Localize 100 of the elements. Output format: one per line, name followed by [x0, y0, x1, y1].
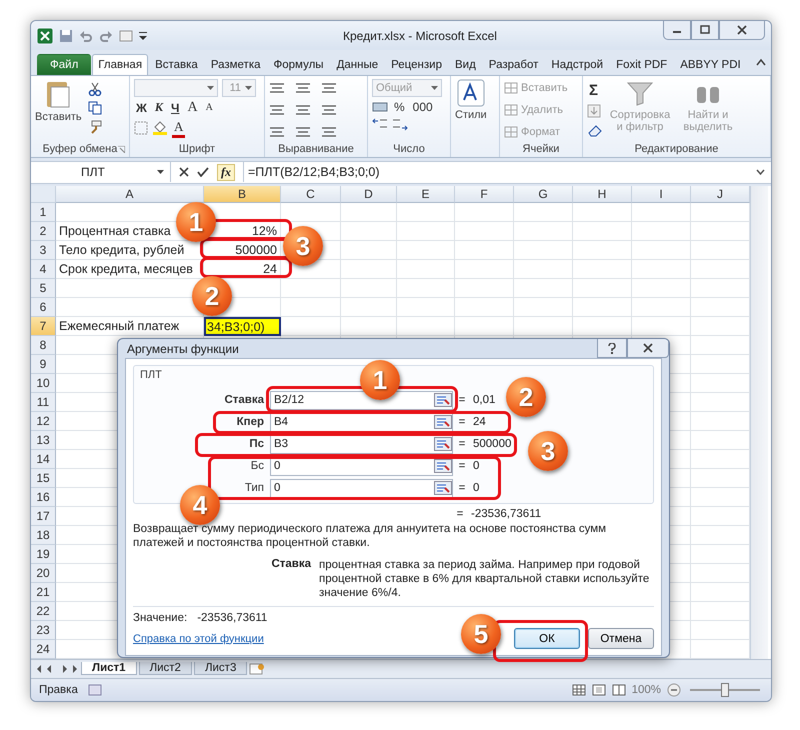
font-color-button[interactable]: A	[172, 118, 186, 138]
insert-sheet-icon[interactable]	[249, 662, 266, 675]
column-header[interactable]: J	[691, 186, 750, 204]
font-style-button[interactable]: Ж	[134, 100, 149, 115]
page-break-view-icon[interactable]	[612, 684, 626, 696]
shrink-font-button[interactable]: A	[204, 102, 215, 114]
checkmark-icon[interactable]	[197, 167, 209, 178]
alignment-icon[interactable]	[321, 82, 337, 94]
redo-icon[interactable]	[99, 28, 113, 43]
ribbon-tab[interactable]: Данные	[330, 54, 384, 75]
sheet-tab[interactable]: Лист2	[138, 662, 192, 676]
help-button[interactable]	[597, 339, 627, 358]
alignment-icon[interactable]	[295, 104, 311, 116]
zoom-out-icon[interactable]	[667, 682, 681, 697]
normal-view-icon[interactable]	[572, 684, 586, 696]
column-header[interactable]: A	[56, 186, 204, 204]
row-header[interactable]: 21	[31, 583, 56, 602]
excel-logo-icon[interactable]	[37, 28, 53, 44]
row-header[interactable]: 13	[31, 431, 56, 450]
scissors-icon[interactable]	[88, 82, 102, 96]
fill-bucket-icon[interactable]	[152, 121, 168, 136]
vertical-scrollbar[interactable]	[750, 186, 768, 660]
dialog-button[interactable]: ОК	[514, 628, 580, 649]
ribbon-tab[interactable]: Foxit PDF	[610, 54, 674, 75]
column-header[interactable]: E	[397, 186, 455, 204]
column-header[interactable]: B	[204, 186, 281, 204]
ribbon-tab[interactable]: ABBYY PDI	[674, 54, 747, 75]
expand-formula-bar-icon[interactable]	[756, 169, 765, 176]
row-header[interactable]: 7	[31, 317, 56, 336]
row-header[interactable]: 15	[31, 469, 56, 488]
dialog-launcher-icon[interactable]	[118, 146, 125, 153]
customize-dropdown-icon[interactable]	[139, 30, 147, 41]
row-header[interactable]: 2	[31, 222, 56, 242]
alignment-icon[interactable]	[295, 82, 311, 94]
row-header[interactable]: 17	[31, 507, 56, 526]
argument-field[interactable]: 0	[270, 478, 453, 498]
percent-button[interactable]: %	[392, 100, 407, 114]
row-header[interactable]: 5	[31, 279, 56, 298]
macro-record-icon[interactable]	[88, 684, 102, 696]
column-header[interactable]: C	[281, 186, 341, 204]
fill-down-icon[interactable]	[587, 104, 601, 118]
thousands-separator-button[interactable]: 000	[410, 100, 435, 114]
autosum-button[interactable]: Σ	[587, 82, 603, 99]
ribbon-tab[interactable]: Разметка	[204, 54, 267, 75]
help-link[interactable]: Справка по этой функции	[133, 632, 264, 644]
formula-field[interactable]: =ПЛТ(B2/12;B4;B3;0;0)	[243, 162, 748, 182]
alignment-icon[interactable]	[295, 126, 311, 138]
save-icon[interactable]	[59, 28, 73, 43]
close-button[interactable]	[627, 339, 669, 358]
ribbon-tab[interactable]: Формулы	[268, 54, 330, 75]
range-select-icon[interactable]	[434, 415, 452, 429]
collapse-ribbon-icon[interactable]	[756, 58, 766, 66]
ribbon-tab[interactable]: Рецензир	[385, 54, 448, 75]
row-header[interactable]: 19	[31, 545, 56, 564]
close-button[interactable]	[719, 21, 765, 40]
font-name-field[interactable]	[134, 78, 218, 97]
row-header[interactable]: 18	[31, 526, 56, 546]
row-header[interactable]: 14	[31, 450, 56, 470]
sheet-navigation-icon[interactable]	[35, 664, 79, 674]
borders-icon[interactable]	[134, 121, 148, 136]
row-header[interactable]: 22	[31, 602, 56, 622]
alignment-icon[interactable]	[321, 104, 337, 116]
column-header[interactable]: G	[514, 186, 573, 204]
row-header[interactable]: 4	[31, 260, 56, 280]
ribbon-tab[interactable]: Надстрой	[545, 54, 610, 75]
ribbon-tab[interactable]: Разработ	[482, 54, 544, 75]
alignment-icon[interactable]	[269, 126, 285, 138]
paste-button[interactable]: Вставить	[35, 78, 82, 123]
argument-field[interactable]: B2/12	[270, 390, 453, 410]
sheet-tab[interactable]: Лист1	[81, 662, 137, 676]
column-header[interactable]: I	[632, 186, 691, 204]
row-header[interactable]: 8	[31, 336, 56, 356]
row-header[interactable]: 6	[31, 298, 56, 318]
alignment-icon[interactable]	[269, 104, 285, 116]
page-layout-icon[interactable]	[592, 684, 606, 696]
undo-icon[interactable]	[79, 28, 93, 43]
cancel-icon[interactable]	[179, 167, 189, 178]
styles-button[interactable]: Стили	[455, 78, 487, 121]
sheet-tab[interactable]: Лист3	[194, 662, 248, 676]
ribbon-tab[interactable]: Вид	[448, 54, 482, 75]
copy-icon[interactable]	[88, 100, 102, 115]
column-header[interactable]: H	[573, 186, 632, 204]
range-select-icon[interactable]	[434, 437, 452, 451]
column-header[interactable]: D	[341, 186, 397, 204]
ribbon-tab[interactable]: Вставка	[149, 54, 204, 75]
row-header[interactable]: 1	[31, 203, 56, 222]
zoom-slider-thumb[interactable]	[721, 682, 729, 697]
row-header[interactable]: 24	[31, 640, 56, 660]
dialog-button[interactable]: Отмена	[588, 628, 654, 649]
decrease-decimal-icon[interactable]	[392, 116, 408, 131]
minimize-button[interactable]	[663, 21, 691, 40]
name-box[interactable]: ПЛТ	[31, 162, 171, 182]
font-style-button[interactable]: К	[152, 100, 165, 116]
column-header[interactable]: F	[455, 186, 514, 204]
range-select-icon[interactable]	[434, 459, 452, 473]
range-select-icon[interactable]	[434, 393, 452, 407]
alignment-icon[interactable]	[269, 82, 285, 94]
row-header[interactable]: 23	[31, 621, 56, 640]
row-header[interactable]: 3	[31, 241, 56, 260]
ribbon-tab[interactable]: Главная	[92, 54, 148, 75]
